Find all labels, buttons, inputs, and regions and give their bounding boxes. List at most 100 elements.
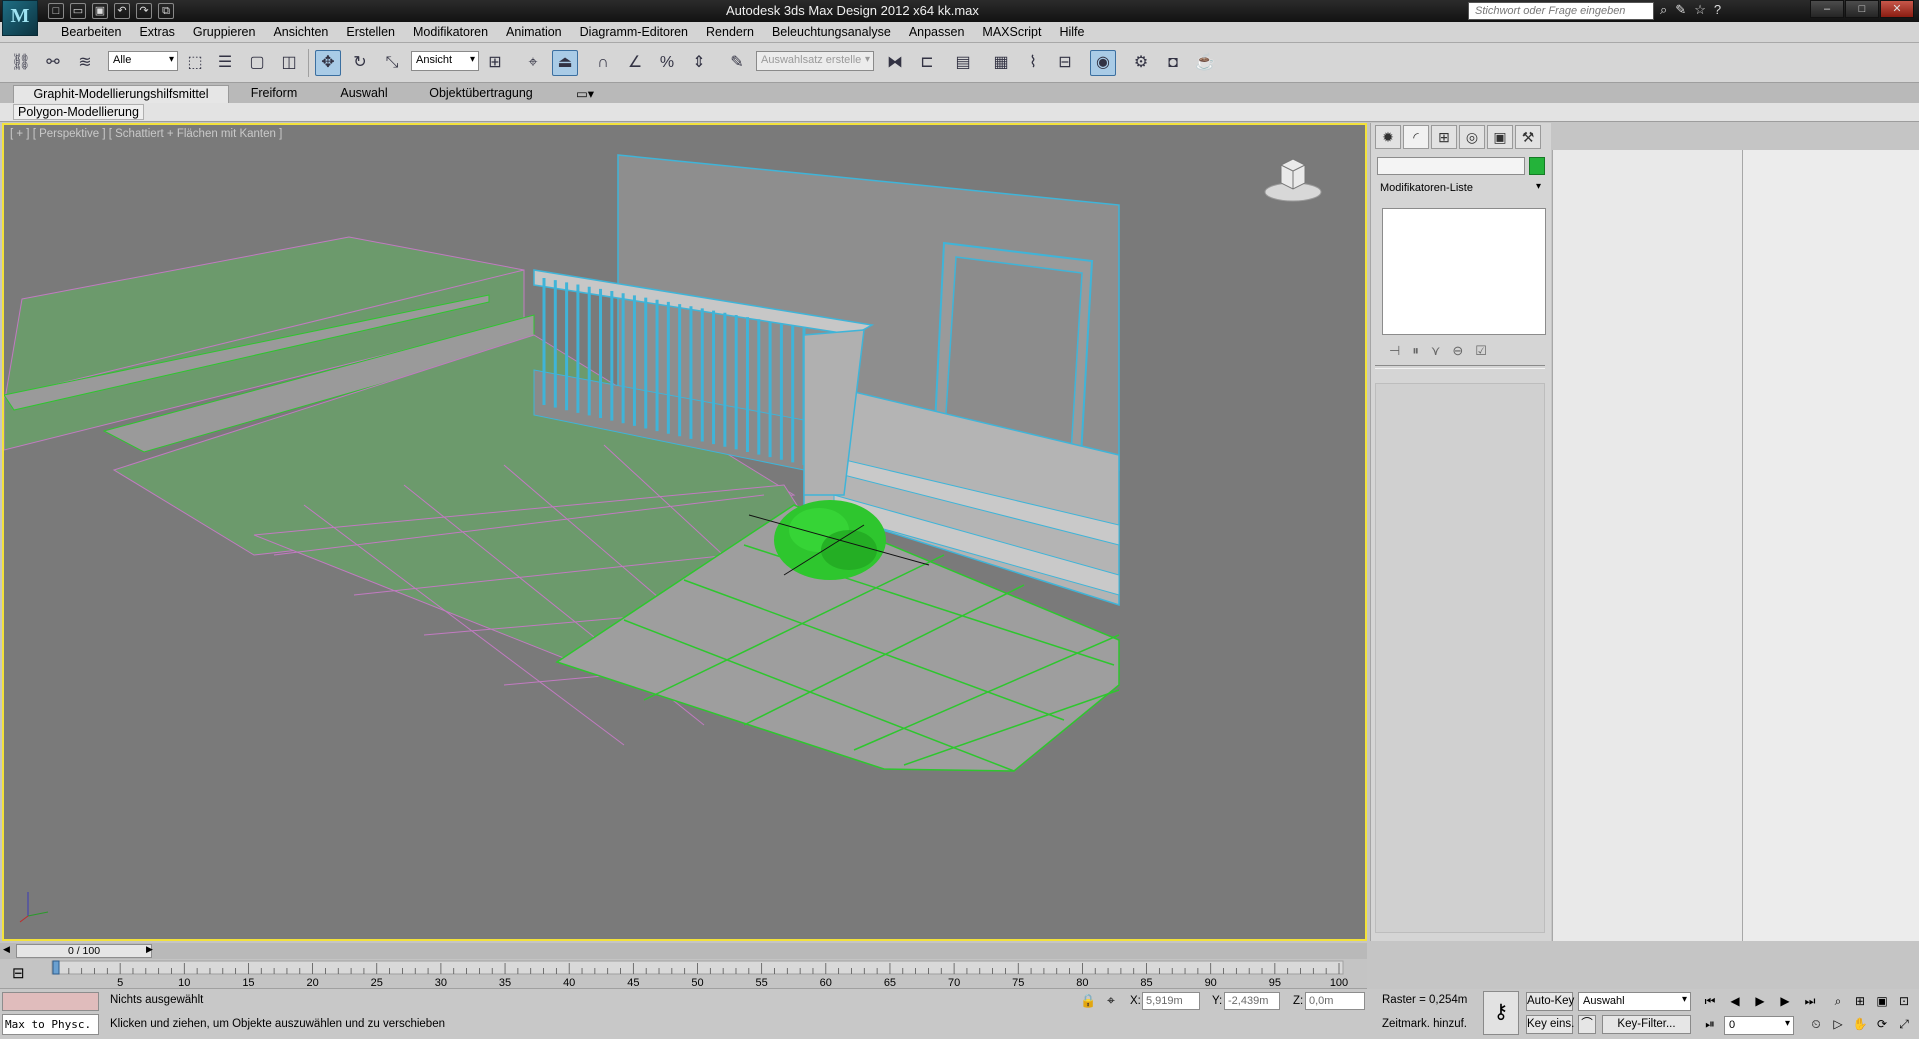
menu-erstellen[interactable]: Erstellen — [337, 25, 404, 39]
trackbar[interactable]: ⊟ 5 10 15 20 25 30 35 40 45 50 55 60 65 70 75 80 85 90 95 1… — [0, 959, 1367, 989]
menu-ansichten[interactable]: Ansichten — [264, 25, 337, 39]
bind-space-warp-icon[interactable]: ≋ — [72, 50, 98, 76]
menu-anpassen[interactable]: Anpassen — [900, 25, 974, 39]
modifier-stack[interactable] — [1382, 208, 1546, 335]
app-logo-button[interactable]: M — [2, 0, 38, 36]
layer-manager-icon[interactable]: ▤ — [950, 50, 976, 76]
link-icon[interactable]: ⛓ — [8, 50, 34, 76]
maxscript-mini-listener-output[interactable] — [2, 992, 99, 1011]
select-manipulate-icon[interactable]: ⌖ — [520, 50, 546, 76]
mirror-icon[interactable]: ⧓ — [882, 50, 908, 76]
menu-maxscript[interactable]: MAXScript — [973, 25, 1050, 39]
perspective-viewport[interactable]: [ + ] [ Perspektive ] [ Schattiert + Flä… — [2, 123, 1367, 941]
menu-rendern[interactable]: Rendern — [697, 25, 763, 39]
align-icon[interactable]: ⊏ — [914, 50, 940, 76]
graphite-toggle-icon[interactable]: ▦ — [988, 50, 1014, 76]
snaps-toggle-icon[interactable]: ∩ — [590, 50, 616, 76]
favorites-icon[interactable]: ☆ — [1694, 2, 1706, 18]
selection-lock-icon[interactable]: 🔒 — [1080, 993, 1096, 1009]
zoom-extents-icon[interactable]: ▣ — [1871, 994, 1893, 1008]
modifier-list-dropdown[interactable]: Modifikatoren-Liste — [1377, 180, 1545, 198]
default-tangent-icon[interactable]: ⌒ — [1578, 1015, 1596, 1034]
window-crossing-icon[interactable]: ◫ — [276, 50, 302, 76]
object-color-swatch[interactable] — [1529, 157, 1545, 175]
maximize-viewport-icon[interactable]: ⤢ — [1893, 1017, 1915, 1032]
redo-icon[interactable]: ↷ — [136, 3, 152, 19]
go-to-start-icon[interactable]: ⏮ — [1699, 994, 1721, 1009]
key-mode-dropdown[interactable]: Auswahl — [1578, 992, 1691, 1011]
set-key-icon[interactable]: ⚷ — [1483, 991, 1519, 1035]
select-object-icon[interactable]: ⬚ — [182, 50, 208, 76]
select-by-name-icon[interactable]: ☰ — [212, 50, 238, 76]
viewport-label[interactable]: [ + ] [ Perspektive ] [ Schattiert + Flä… — [10, 128, 282, 140]
minimize-icon[interactable]: – — [1810, 0, 1844, 18]
unlink-icon[interactable]: ⚯ — [40, 50, 66, 76]
key-filters-button[interactable]: Key-Filter... — [1602, 1015, 1691, 1034]
rendered-frame-window-icon[interactable]: ◘ — [1160, 50, 1186, 76]
absolute-mode-icon[interactable]: ⌖ — [1107, 992, 1115, 1009]
menu-extras[interactable]: Extras — [130, 25, 183, 39]
render-setup-icon[interactable]: ⚙ — [1128, 50, 1154, 76]
object-name-field[interactable] — [1377, 157, 1525, 175]
field-of-view-icon[interactable]: ▷ — [1827, 1017, 1849, 1031]
key-mode-toggle-icon[interactable]: ⏯ — [1699, 1017, 1721, 1032]
time-configuration-icon[interactable]: ⏲ — [1805, 1017, 1827, 1032]
tab-freiform[interactable]: Freiform — [236, 85, 312, 103]
pivot-center-icon[interactable]: ⊞ — [482, 50, 508, 76]
spinner-snap-icon[interactable]: ⇕ — [686, 50, 712, 76]
make-unique-icon[interactable]: ⋎ — [1431, 343, 1441, 359]
edit-named-selection-icon[interactable]: ✎ — [724, 50, 750, 76]
close-icon[interactable]: ✕ — [1880, 0, 1914, 18]
select-and-move-icon[interactable]: ✥ — [315, 50, 341, 76]
schematic-view-icon[interactable]: ⊟ — [1052, 50, 1078, 76]
rectangular-selection-icon[interactable]: ▢ — [244, 50, 270, 76]
select-and-scale-icon[interactable]: ⤡ — [379, 50, 405, 76]
current-frame-field[interactable]: 0 — [1724, 1016, 1794, 1035]
set-key-button[interactable]: Key eins. — [1526, 1015, 1574, 1034]
open-file-icon[interactable]: ▭ — [70, 3, 86, 19]
y-coordinate-field[interactable]: -2,439m — [1224, 992, 1280, 1010]
menu-bearbeiten[interactable]: Bearbeiten — [52, 25, 130, 39]
pan-view-icon[interactable]: ✋ — [1849, 1017, 1871, 1031]
menu-animation[interactable]: Animation — [497, 25, 571, 39]
curve-editor-icon[interactable]: ⌇ — [1020, 50, 1046, 76]
zoom-extents-all-icon[interactable]: ⊡ — [1893, 994, 1915, 1008]
angle-snap-icon[interactable]: ∠ — [622, 50, 648, 76]
keyboard-shortcut-override-icon[interactable]: ⏏ — [552, 50, 578, 76]
reference-coordinate-dropdown[interactable]: Ansicht — [411, 51, 479, 71]
communication-icon[interactable]: ✎ — [1675, 2, 1686, 18]
time-slider-thumb[interactable]: 0 / 100 — [16, 944, 152, 958]
select-and-rotate-icon[interactable]: ↻ — [347, 50, 373, 76]
menu-modifikatoren[interactable]: Modifikatoren — [404, 25, 497, 39]
save-file-icon[interactable]: ▣ — [92, 3, 108, 19]
modify-tab-icon[interactable]: ◜ — [1403, 125, 1429, 149]
z-coordinate-field[interactable]: 0,0m — [1305, 992, 1365, 1010]
viewcube[interactable] — [1261, 155, 1325, 208]
maxscript-mini-listener-input[interactable]: Max to Physc. — [2, 1014, 99, 1035]
previous-frame-icon[interactable]: ◀ — [1724, 994, 1746, 1008]
project-folder-icon[interactable]: ⧉ — [158, 3, 174, 19]
ribbon-panel-polygon-modellierung[interactable]: Polygon-Modellierung — [13, 104, 144, 120]
render-production-icon[interactable]: ☕ — [1192, 50, 1218, 76]
add-time-tag[interactable]: Zeitmark. hinzuf. — [1382, 1018, 1467, 1030]
tab-graphit-modellierungshilfsmittel[interactable]: Graphit-Modellierungshilfsmittel — [13, 85, 229, 103]
next-frame-icon[interactable]: ▶ — [1774, 994, 1796, 1008]
new-file-icon[interactable]: □ — [48, 3, 64, 19]
help-icon[interactable]: ? — [1714, 2, 1721, 18]
orbit-icon[interactable]: ⟳ — [1871, 1017, 1893, 1031]
menu-hilfe[interactable]: Hilfe — [1050, 25, 1093, 39]
help-search-input[interactable]: Stichwort oder Frage eingeben — [1468, 2, 1654, 20]
named-selection-set-dropdown[interactable]: Auswahlsatz erstelle — [756, 51, 874, 71]
menu-gruppieren[interactable]: Gruppieren — [184, 25, 265, 39]
remove-modifier-icon[interactable]: ⊖ — [1452, 343, 1463, 359]
time-slider-next-icon[interactable]: ▶ — [146, 944, 153, 955]
menu-diagramm-editoren[interactable]: Diagramm-Editoren — [571, 25, 697, 39]
percent-snap-icon[interactable]: % — [654, 50, 680, 76]
material-editor-icon[interactable]: ◉ — [1090, 50, 1116, 76]
tab-auswahl[interactable]: Auswahl — [326, 85, 402, 103]
pin-stack-icon[interactable]: ⊣ — [1389, 343, 1400, 359]
show-end-result-icon[interactable]: ⏸ — [1412, 343, 1419, 359]
create-tab-icon[interactable]: ✹ — [1375, 125, 1401, 149]
undo-icon[interactable]: ↶ — [114, 3, 130, 19]
zoom-icon[interactable]: ⌕ — [1827, 994, 1849, 1009]
